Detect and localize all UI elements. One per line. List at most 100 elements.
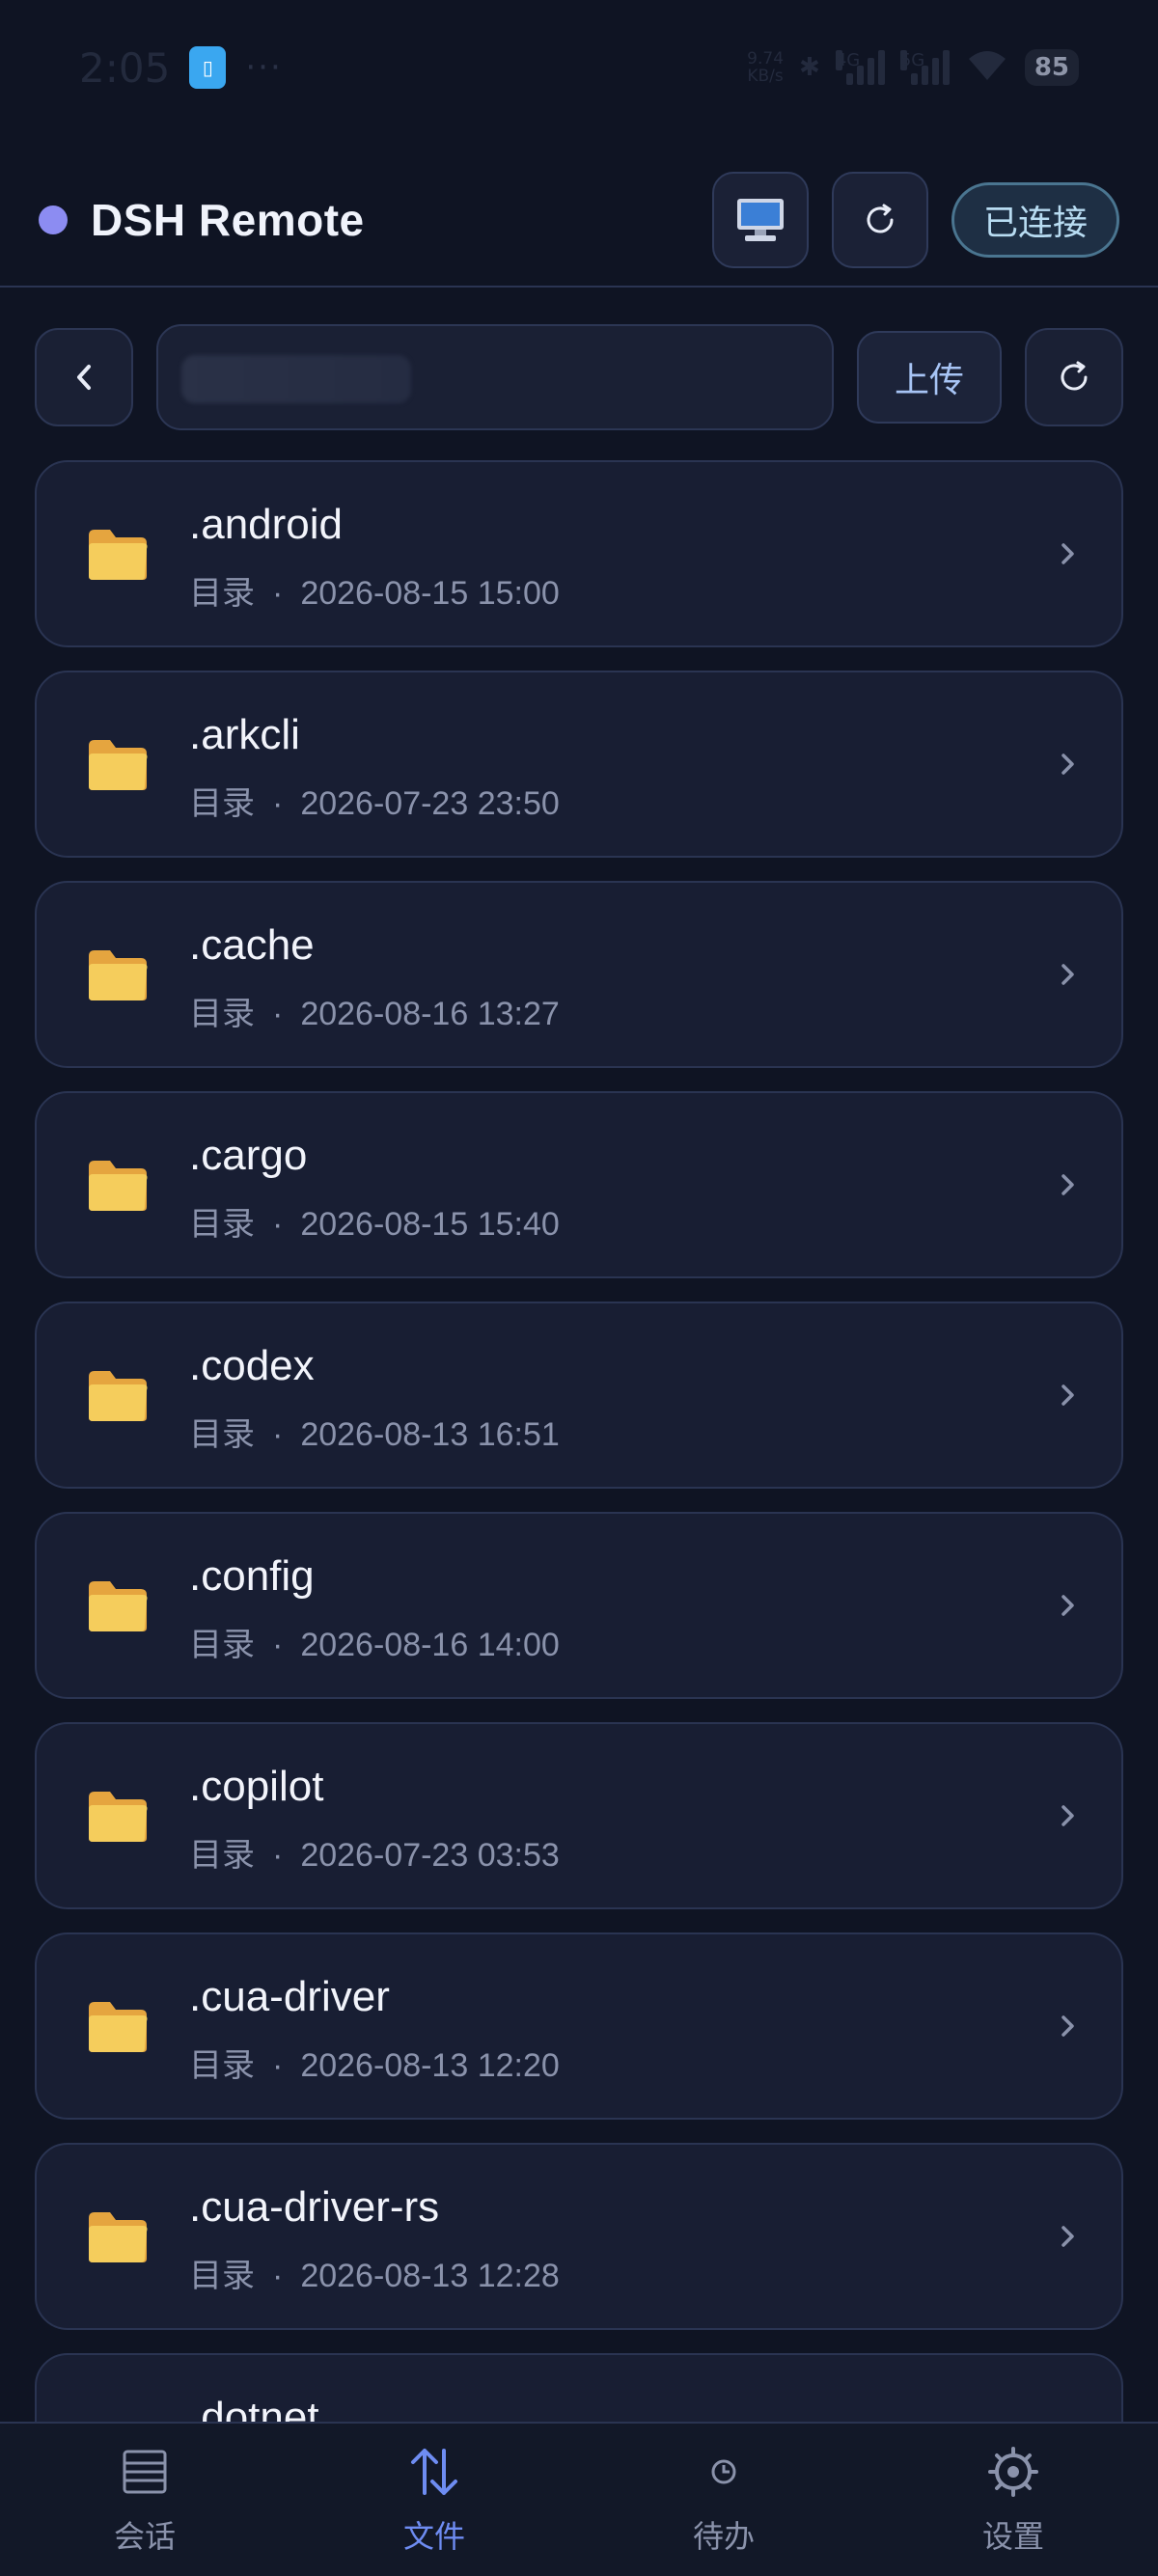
file-date: 2026-08-13 12:28 [300, 2258, 560, 2294]
network-speed: 9.74 KB/s [747, 50, 784, 85]
file-type: 目录 [189, 785, 255, 822]
file-name: .copilot [189, 1763, 324, 1810]
file-row[interactable]: .android 目录 · 2026-08-15 15:00 [35, 460, 1123, 647]
file-name: .cargo [189, 1132, 308, 1179]
file-meta: 目录 · 2026-08-13 12:20 [189, 2039, 560, 2086]
wifi-icon [965, 47, 1009, 89]
app-header: DSH Remote 已连接 [0, 154, 1158, 288]
gear-icon [984, 2443, 1042, 2501]
file-row[interactable]: .config 目录 · 2026-08-16 14:00 [35, 1512, 1123, 1699]
file-meta: 目录 · 2026-08-15 15:00 [189, 566, 560, 614]
file-row[interactable]: .codex 目录 · 2026-08-13 16:51 [35, 1302, 1123, 1489]
chevron-right-icon [1056, 1379, 1079, 1411]
file-type: 目录 [189, 1206, 255, 1243]
list-icon [116, 2443, 174, 2501]
file-date: 2026-08-13 12:20 [300, 2047, 560, 2084]
file-type: 目录 [189, 1416, 255, 1453]
signal-4g-label: 4G [835, 50, 861, 70]
bottom-nav: 会话 文件 待办 设置 [0, 2422, 1158, 2576]
nav-label-files: 文件 [402, 2518, 465, 2555]
clock-icon [695, 2443, 753, 2501]
folder-icon [85, 526, 151, 584]
folder-icon [85, 1577, 151, 1635]
file-row[interactable]: .cargo 目录 · 2026-08-15 15:40 [35, 1091, 1123, 1278]
bluetooth-icon: ✱ [799, 53, 820, 82]
status-bar: 2:05 ▯ ··· 9.74 KB/s ✱ 4G 5G 85 [0, 0, 1158, 135]
file-name: .cache [189, 921, 315, 969]
file-date: 2026-07-23 23:50 [300, 785, 560, 822]
file-meta: 目录 · 2026-07-23 03:53 [189, 1828, 560, 1876]
meta-separator: · [272, 1837, 284, 1874]
connection-status-dot [39, 206, 68, 234]
refresh-icon [1061, 361, 1088, 391]
folder-icon [85, 1788, 151, 1846]
file-date: 2026-08-15 15:00 [300, 575, 560, 612]
file-type: 目录 [189, 575, 255, 612]
app-notification-icon: ▯ [189, 46, 227, 89]
chevron-right-icon [1056, 748, 1079, 781]
sync-button[interactable] [831, 172, 928, 268]
file-row[interactable]: .cua-driver-rs 目录 · 2026-08-13 12:28 [35, 2143, 1123, 2330]
file-type: 目录 [189, 2258, 255, 2294]
header-actions: 已连接 [711, 172, 1119, 268]
chevron-right-icon [1056, 2220, 1079, 2253]
file-date: 2026-08-16 14:00 [300, 1627, 560, 1663]
meta-separator: · [272, 1206, 284, 1243]
chevron-left-icon [77, 365, 91, 390]
meta-separator: · [272, 785, 284, 822]
desktop-button[interactable] [711, 172, 809, 268]
file-name: .cua-driver [189, 1973, 390, 2020]
file-date: 2026-08-13 16:51 [300, 1416, 560, 1453]
meta-separator: · [272, 2047, 284, 2084]
meta-separator: · [272, 575, 284, 612]
meta-separator: · [272, 996, 284, 1032]
chevron-right-icon [1056, 958, 1079, 991]
upload-button[interactable]: 上传 [857, 331, 1002, 424]
refresh-button[interactable] [1025, 328, 1123, 426]
file-row[interactable]: .arkcli 目录 · 2026-07-23 23:50 [35, 671, 1123, 858]
nav-files[interactable]: 文件 [290, 2424, 579, 2576]
file-meta: 目录 · 2026-08-16 13:27 [189, 987, 560, 1034]
transfer-icon [405, 2443, 463, 2501]
folder-icon [85, 1367, 151, 1425]
nav-label-sessions: 会话 [113, 2518, 176, 2555]
chevron-right-icon [1056, 1799, 1079, 1832]
file-row[interactable]: .cua-driver 目录 · 2026-08-13 12:20 [35, 1932, 1123, 2120]
status-time: 2:05 [79, 43, 171, 92]
file-type: 目录 [189, 1837, 255, 1874]
file-type: 目录 [189, 2047, 255, 2084]
status-right: 9.74 KB/s ✱ 4G 5G 85 [747, 47, 1079, 89]
chevron-right-icon [1056, 1168, 1079, 1201]
nav-label-settings: 设置 [981, 2518, 1044, 2555]
folder-icon [85, 946, 151, 1004]
file-row[interactable]: .copilot 目录 · 2026-07-23 03:53 [35, 1722, 1123, 1909]
file-meta: 目录 · 2026-08-13 16:51 [189, 1408, 560, 1455]
nav-sessions[interactable]: 会话 [0, 2424, 290, 2576]
signal-5g-label: 5G [899, 50, 925, 70]
nav-todo[interactable]: 待办 [579, 2424, 868, 2576]
file-name: .arkcli [189, 711, 300, 758]
folder-icon [85, 736, 151, 794]
chevron-right-icon [1056, 2010, 1079, 2042]
file-date: 2026-08-15 15:40 [300, 1206, 560, 1243]
file-toolbar: 上传 [35, 324, 1123, 430]
connected-button[interactable]: 已连接 [951, 182, 1119, 258]
meta-separator: · [272, 1627, 284, 1663]
chevron-right-icon [1056, 1589, 1079, 1622]
status-left: 2:05 ▯ ··· [79, 44, 283, 92]
file-name: .codex [189, 1342, 315, 1389]
file-name: .android [189, 501, 344, 548]
nav-label-todo: 待办 [692, 2518, 755, 2555]
back-button[interactable] [35, 328, 133, 426]
file-row[interactable]: .cache 目录 · 2026-08-16 13:27 [35, 881, 1123, 1068]
file-meta: 目录 · 2026-08-16 14:00 [189, 1618, 560, 1665]
more-notifications-icon: ··· [245, 48, 283, 87]
app-title: DSH Remote [91, 195, 365, 245]
signal-5g-icon: 5G [899, 50, 950, 85]
path-input[interactable] [156, 324, 834, 430]
file-meta: 目录 · 2026-07-23 23:50 [189, 777, 560, 824]
file-meta: 目录 · 2026-08-15 15:40 [189, 1197, 560, 1245]
nav-settings[interactable]: 设置 [868, 2424, 1158, 2576]
meta-separator: · [272, 2258, 284, 2294]
network-speed-value: 9.74 [747, 49, 785, 69]
